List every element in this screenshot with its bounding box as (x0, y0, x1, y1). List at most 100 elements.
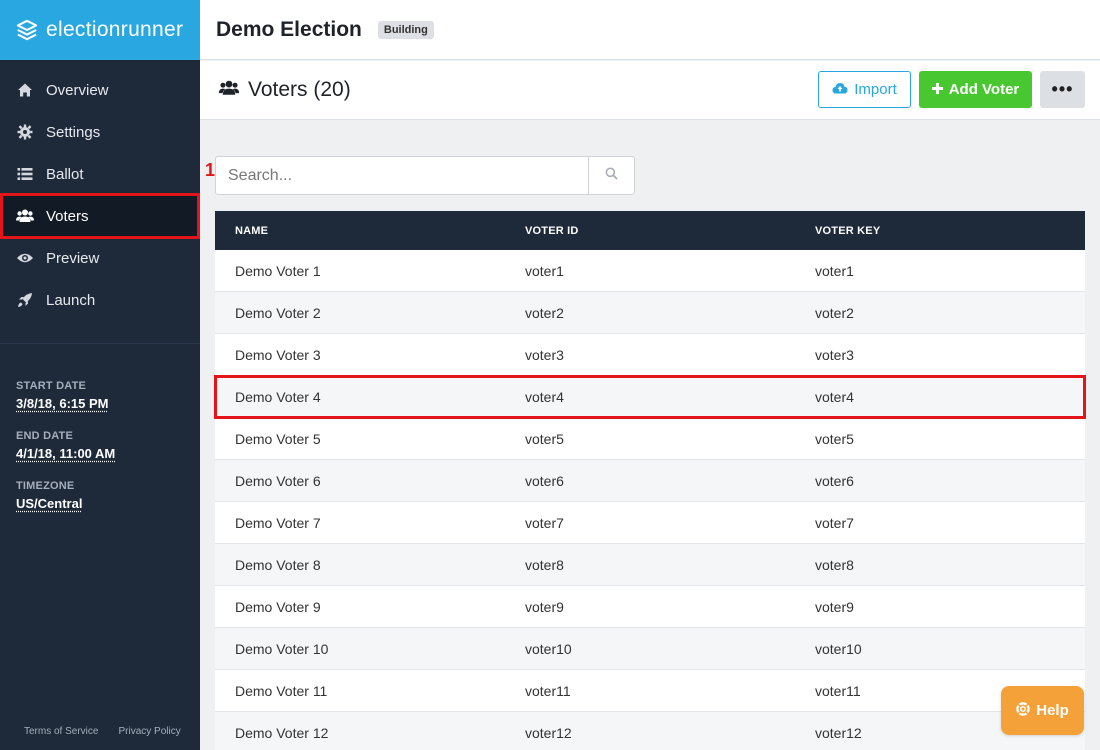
brand-logo[interactable]: electionrunner (0, 0, 200, 60)
table-row[interactable]: Demo Voter 8 voter8 voter8 (215, 544, 1085, 586)
voter-key: voter8 (795, 557, 1085, 573)
table-row[interactable]: Demo Voter 12 voter12 voter12 (215, 712, 1085, 750)
column-header-name[interactable]: NAME (215, 225, 505, 237)
voters-header: Voters (20) Import Add Voter ••• (200, 61, 1100, 120)
sidebar-item-settings[interactable]: Settings (0, 111, 200, 153)
end-date-value[interactable]: 4/1/18, 11:00 AM (16, 446, 115, 461)
sidebar-item-label: Preview (46, 250, 99, 267)
voter-key: voter5 (795, 431, 1085, 447)
eye-icon (16, 249, 34, 267)
timezone-value[interactable]: US/Central (16, 496, 82, 511)
column-header-voter-id[interactable]: VOTER ID (505, 225, 795, 237)
users-icon (16, 207, 34, 225)
start-date-value[interactable]: 3/8/18, 6:15 PM (16, 396, 109, 411)
cloud-upload-icon (832, 81, 848, 98)
voter-name: Demo Voter 9 (215, 599, 505, 615)
voter-key: voter1 (795, 263, 1085, 279)
rocket-icon (16, 291, 34, 309)
home-icon (16, 81, 34, 99)
table-body: Demo Voter 1 voter1 voter1 Demo Voter 2 vot… (215, 250, 1085, 750)
page-title: Demo Election (216, 18, 362, 42)
search-input[interactable] (216, 157, 588, 194)
table-row[interactable]: Demo Voter 9 voter9 voter9 (215, 586, 1085, 628)
column-header-voter-key[interactable]: VOTER KEY (795, 225, 1085, 237)
users-icon (218, 79, 240, 102)
sidebar-nav: Overview Settings Ballot Voters Preview (0, 60, 200, 321)
sidebar-item-overview[interactable]: Overview (0, 69, 200, 111)
voter-id: voter12 (505, 725, 795, 741)
privacy-link[interactable]: Privacy Policy (118, 726, 180, 737)
voter-id: voter3 (505, 347, 795, 363)
voter-name: Demo Voter 2 (215, 305, 505, 321)
voter-name: Demo Voter 6 (215, 473, 505, 489)
voter-id: voter1 (505, 263, 795, 279)
timezone-label: TIMEZONE (16, 480, 115, 492)
sidebar-item-label: Voters (46, 208, 89, 225)
add-voter-label: Add Voter (949, 81, 1020, 98)
voter-name: Demo Voter 11 (215, 683, 505, 699)
table-row[interactable]: Demo Voter 2 voter2 voter2 (215, 292, 1085, 334)
more-options-button[interactable]: ••• (1040, 71, 1085, 108)
more-options-label: ••• (1052, 79, 1074, 100)
header-actions: Import Add Voter ••• (818, 71, 1085, 108)
brand-name: electionrunner (46, 18, 183, 42)
table-row[interactable]: Demo Voter 3 voter3 voter3 (215, 334, 1085, 376)
sidebar-item-preview[interactable]: Preview (0, 237, 200, 279)
sidebar-item-label: Overview (46, 82, 109, 99)
voter-name: Demo Voter 10 (215, 641, 505, 657)
voter-id: voter10 (505, 641, 795, 657)
sidebar-item-label: Settings (46, 124, 100, 141)
sidebar-item-label: Launch (46, 292, 95, 309)
voter-id: voter4 (505, 389, 795, 405)
voter-name: Demo Voter 7 (215, 515, 505, 531)
terms-link[interactable]: Terms of Service (24, 726, 98, 737)
voter-id: voter6 (505, 473, 795, 489)
voter-key: voter3 (795, 347, 1085, 363)
voter-key: voter6 (795, 473, 1085, 489)
election-meta: START DATE 3/8/18, 6:15 PM END DATE 4/1/… (16, 380, 115, 530)
table-row[interactable]: Demo Voter 10 voter10 voter10 (215, 628, 1085, 670)
table-row[interactable]: Demo Voter 7 voter7 voter7 (215, 502, 1085, 544)
sidebar-footer: Terms of Service Privacy Policy (24, 726, 181, 737)
voter-id: voter2 (505, 305, 795, 321)
end-date-label: END DATE (16, 430, 115, 442)
voter-name: Demo Voter 5 (215, 431, 505, 447)
table-row[interactable]: Demo Voter 1 voter1 voter1 (215, 250, 1085, 292)
sidebar-item-voters[interactable]: Voters (2, 195, 198, 237)
sidebar-item-launch[interactable]: Launch (0, 279, 200, 321)
voter-id: voter8 (505, 557, 795, 573)
list-icon (16, 165, 34, 183)
help-label: Help (1036, 702, 1069, 719)
voter-id: voter7 (505, 515, 795, 531)
lifebuoy-icon (1016, 702, 1030, 720)
voter-key: voter7 (795, 515, 1085, 531)
import-button[interactable]: Import (818, 71, 911, 108)
section-title: Voters (20) (248, 78, 351, 102)
sidebar-item-ballot[interactable]: Ballot (0, 153, 200, 195)
status-badge: Building (378, 21, 434, 39)
voter-key: voter2 (795, 305, 1085, 321)
table-row-highlighted[interactable]: Demo Voter 4 voter4 voter4 (215, 376, 1085, 418)
table-row[interactable]: Demo Voter 6 voter6 voter6 (215, 460, 1085, 502)
voter-name: Demo Voter 12 (215, 725, 505, 741)
sidebar-item-label: Ballot (46, 166, 84, 183)
help-button[interactable]: Help (1001, 686, 1084, 735)
search-button[interactable] (588, 157, 634, 194)
sidebar-divider (0, 343, 200, 344)
annotation-marker-1: 1 (205, 160, 215, 181)
table-row[interactable]: Demo Voter 5 voter5 voter5 (215, 418, 1085, 460)
import-label: Import (854, 81, 897, 98)
start-date-label: START DATE (16, 380, 115, 392)
voter-name: Demo Voter 1 (215, 263, 505, 279)
table-row[interactable]: Demo Voter 11 voter11 voter11 (215, 670, 1085, 712)
voter-key: voter10 (795, 641, 1085, 657)
voter-key: voter4 (795, 389, 1085, 405)
sidebar: electionrunner Overview Settings Ballot … (0, 0, 200, 750)
layers-logo-icon (16, 19, 38, 41)
plus-icon (932, 81, 943, 98)
add-voter-button[interactable]: Add Voter (919, 71, 1032, 108)
top-bar: Demo Election Building (200, 0, 1100, 60)
table-header: NAME VOTER ID VOTER KEY (215, 211, 1085, 250)
voters-table: NAME VOTER ID VOTER KEY Demo Voter 1 vote… (215, 211, 1085, 750)
gear-icon (16, 123, 34, 141)
